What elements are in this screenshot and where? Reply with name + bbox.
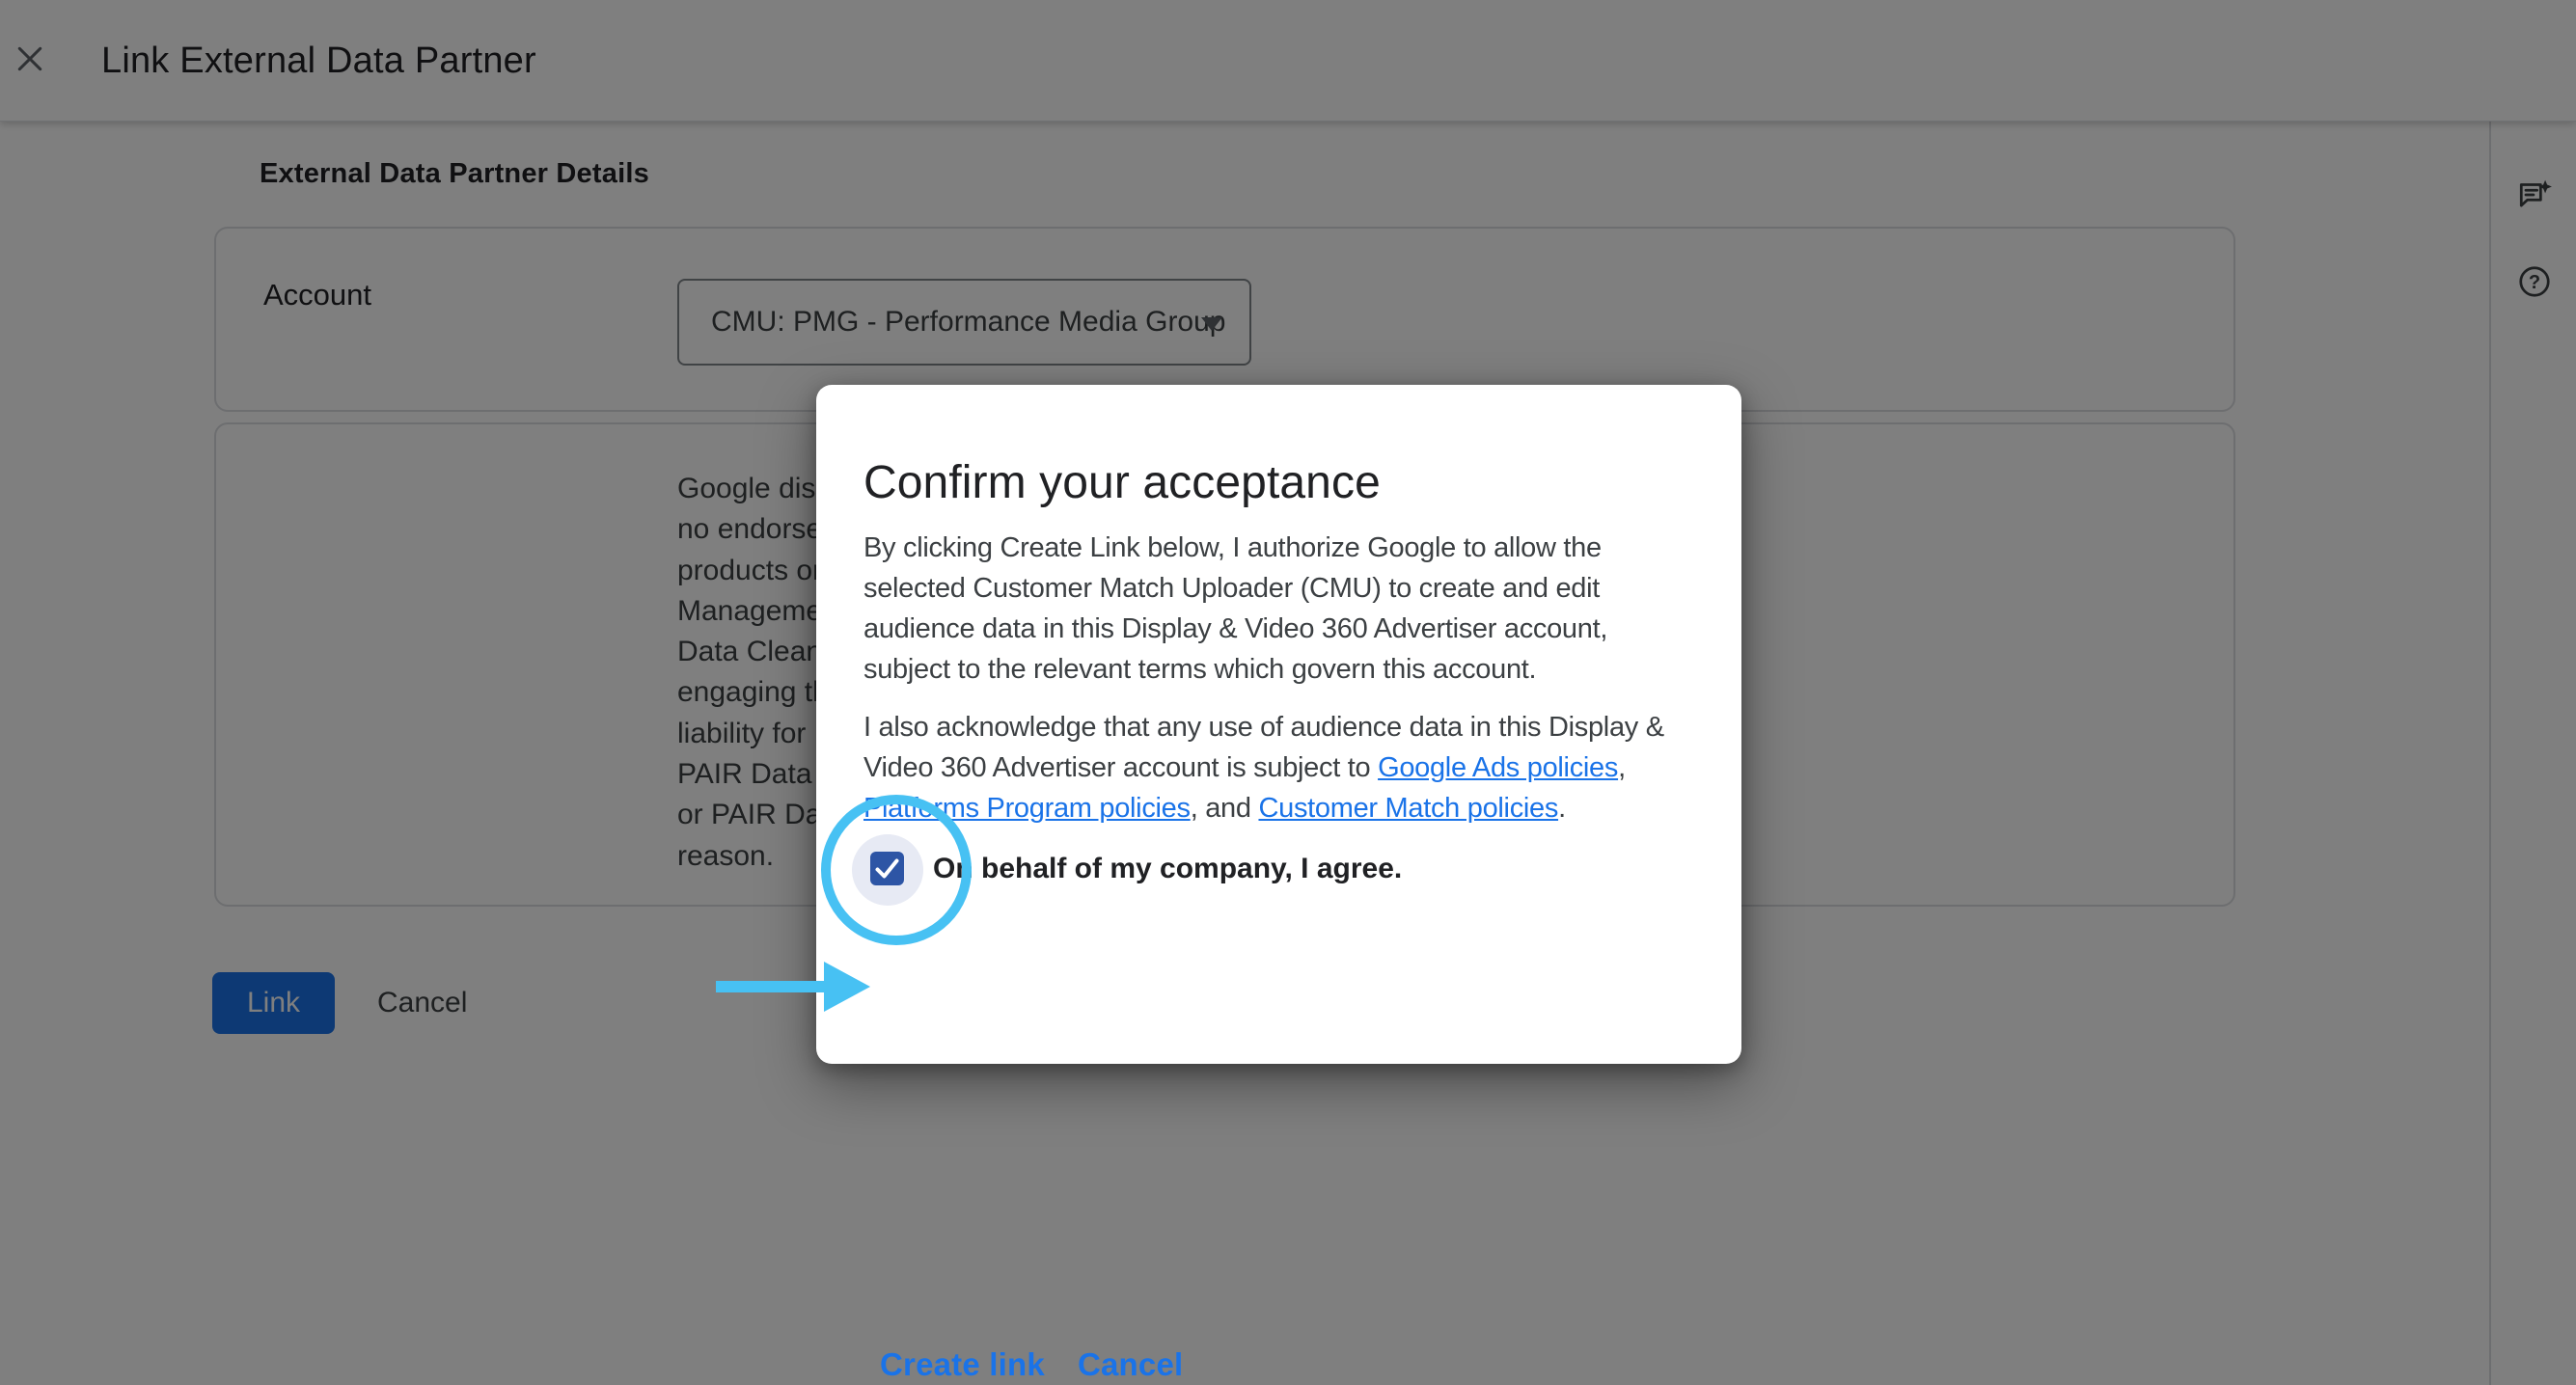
dialog-paragraph-authorize: By clicking Create Link below, I authori… (863, 528, 1734, 690)
screen: Link External Data Partner External Data… (0, 0, 2576, 1385)
checkmark-icon (870, 852, 904, 885)
policies-text: , (1618, 752, 1626, 783)
confirm-acceptance-dialog: Confirm your acceptance By clicking Crea… (816, 385, 1741, 1064)
dialog-cancel-button[interactable]: Cancel (1078, 1346, 1183, 1383)
policies-text: I also acknowledge that any use of audie… (863, 712, 1664, 743)
google-ads-policies-link[interactable]: Google Ads policies (1378, 752, 1618, 783)
dialog-title: Confirm your acceptance (863, 456, 1381, 509)
platforms-program-policies-link[interactable]: Platforms Program policies (863, 793, 1191, 824)
agree-checkbox[interactable] (870, 852, 904, 885)
create-link-button[interactable]: Create link (880, 1346, 1045, 1383)
agree-checkbox-label[interactable]: On behalf of my company, I agree. (933, 840, 1402, 898)
dialog-actions: Create link Cancel (880, 1346, 1183, 1383)
policies-text: Video 360 Advertiser account is subject … (863, 752, 1378, 783)
dialog-paragraph-policies: I also acknowledge that any use of audie… (863, 707, 1734, 828)
policies-text: , and (1191, 793, 1259, 824)
policies-text: . (1558, 793, 1566, 824)
customer-match-policies-link[interactable]: Customer Match policies (1258, 793, 1558, 824)
